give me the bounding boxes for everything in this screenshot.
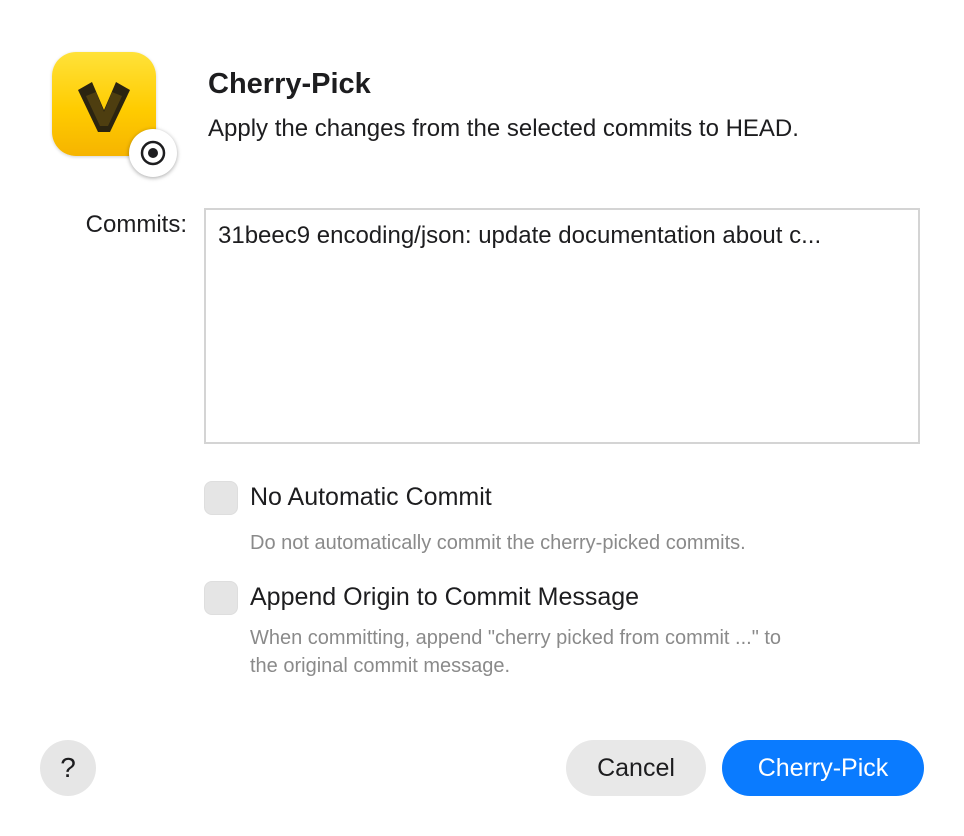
append-origin-checkbox[interactable] xyxy=(204,581,238,615)
cherry-pick-button[interactable]: Cherry-Pick xyxy=(722,740,924,796)
append-origin-description-line: the original commit message. xyxy=(250,655,511,677)
dialog-title: Cherry-Pick xyxy=(208,68,371,100)
commit-item[interactable]: 31beec9 encoding/json: update documentat… xyxy=(218,222,908,250)
badge xyxy=(129,129,177,177)
no-automatic-commit-label[interactable]: No Automatic Commit xyxy=(250,483,492,512)
commits-list[interactable]: 31beec9 encoding/json: update documentat… xyxy=(204,208,920,444)
append-origin-label[interactable]: Append Origin to Commit Message xyxy=(250,583,639,612)
dialog-subtitle: Apply the changes from the selected comm… xyxy=(208,115,799,142)
help-button[interactable]: ? xyxy=(40,740,96,796)
commits-label: Commits: xyxy=(85,211,187,238)
cherry-pick-icon xyxy=(140,140,166,166)
append-origin-description: When committing, append "cherry picked f… xyxy=(250,624,781,680)
no-automatic-commit-description: Do not automatically commit the cherry-p… xyxy=(250,532,746,554)
no-automatic-commit-checkbox[interactable] xyxy=(204,481,238,515)
cancel-button[interactable]: Cancel xyxy=(566,740,706,796)
append-origin-description-line: When committing, append "cherry picked f… xyxy=(250,627,782,649)
